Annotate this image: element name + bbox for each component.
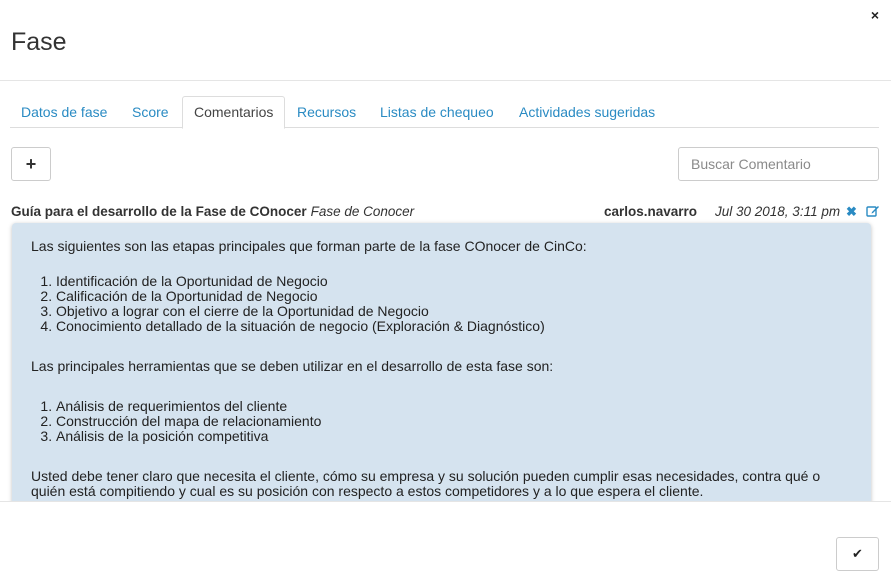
- comment-title-line: Guía para el desarrollo de la Fase de CO…: [11, 203, 414, 221]
- tools-list: Análisis de requerimientos del cliente C…: [31, 399, 852, 444]
- comment-header: Guía para el desarrollo de la Fase de CO…: [11, 203, 881, 221]
- confirm-button[interactable]: ✔: [836, 537, 879, 571]
- comment-date: Jul 30 2018, 3:11 pm: [715, 204, 841, 219]
- list-item: Identificación de la Oportunidad de Nego…: [56, 274, 852, 289]
- delete-icon[interactable]: ✖: [846, 203, 857, 221]
- comment-phase: Fase de Conocer: [310, 204, 415, 219]
- comment-intro: Las siguientes son las etapas principale…: [31, 238, 587, 254]
- edit-icon[interactable]: [866, 204, 880, 218]
- modal-header: Fase ×: [0, 0, 891, 81]
- add-comment-button[interactable]: +: [11, 147, 51, 181]
- plus-icon: +: [25, 153, 37, 174]
- tab-score[interactable]: Score: [121, 96, 180, 128]
- list-item: Objetivo a lograr con el cierre de la Op…: [56, 304, 852, 319]
- modal-title: Fase: [11, 28, 67, 56]
- tab-actividades-sugeridas[interactable]: Actividades sugeridas: [508, 96, 666, 128]
- tab-bar: Datos de fase Score Comentarios Recursos…: [10, 96, 879, 129]
- list-item: Construcción del mapa de relacionamiento: [56, 414, 852, 429]
- list-item: Análisis de la posición competitiva: [56, 429, 852, 444]
- stages-list: Identificación de la Oportunidad de Nego…: [31, 274, 852, 334]
- tab-listas-de-chequeo[interactable]: Listas de chequeo: [369, 96, 505, 128]
- comment-body: Las siguientes son las etapas principale…: [12, 223, 871, 513]
- tab-datos-de-fase[interactable]: Datos de fase: [10, 96, 118, 128]
- comment-author: carlos.navarro: [604, 204, 698, 219]
- list-item: Análisis de requerimientos del cliente: [56, 399, 852, 414]
- comment-title: Guía para el desarrollo de la Fase de CO…: [11, 204, 307, 219]
- list-item: Calificación de la Oportunidad de Negoci…: [56, 289, 852, 304]
- comment-closing: Usted debe tener claro que necesita el c…: [31, 468, 821, 499]
- list-item: Conocimiento detallado de la situación d…: [56, 319, 852, 334]
- search-comment-input[interactable]: [678, 147, 879, 181]
- tab-recursos[interactable]: Recursos: [286, 96, 367, 128]
- tools-intro: Las principales herramientas que se debe…: [31, 358, 554, 374]
- modal-footer: [0, 501, 891, 580]
- tab-comentarios[interactable]: Comentarios: [182, 96, 286, 129]
- check-icon: ✔: [852, 546, 863, 561]
- close-icon[interactable]: ×: [871, 6, 879, 24]
